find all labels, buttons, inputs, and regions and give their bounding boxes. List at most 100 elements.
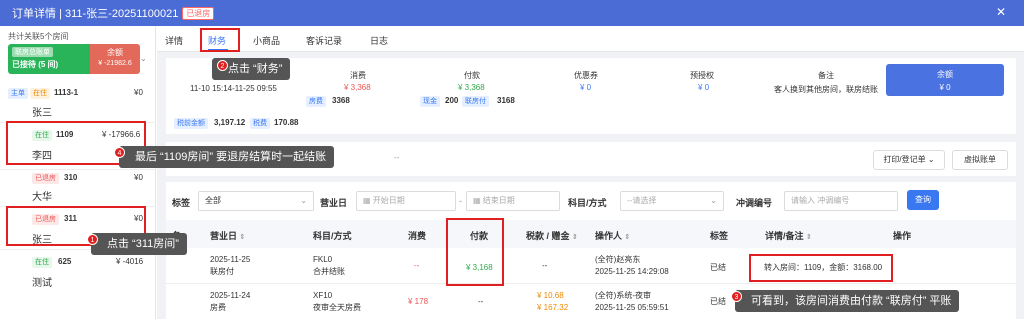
pretax-value: 3,197.12 [214,118,246,127]
row-consume: -- [414,261,420,270]
end-date-placeholder: 结束日期 [482,196,515,205]
calendar-icon: ▦ [363,196,371,205]
col-bizdate-label: 营业日 [210,231,238,241]
row-optime: 2025-11-25 05:59:51 [595,303,669,312]
room-item-310[interactable]: 已退房 310 ¥0 大华 [0,170,156,206]
joint-pay-tag: 联房付 [462,96,489,107]
calendar-icon: ▦ [473,196,481,205]
row-date: 2025-11-25 [210,255,251,264]
sort-icon[interactable]: ⇕ [806,234,812,241]
total-bill-label: 联房总账单 [12,47,53,57]
subject-select[interactable]: --请选择 ⌄ [620,191,724,211]
end-date-input[interactable]: ▦ 结束日期 [466,191,560,211]
chevron-down-icon[interactable]: ⌄ [140,54,147,63]
room-number: 310 [64,173,78,182]
balance-value: ¥ -21982.6 [98,60,132,67]
guest-name: 张三 [32,108,52,119]
remark-value: 客人换到其他房间，联房结账 [774,85,878,94]
col-tax-label: 税款 / 赠金 [526,231,570,241]
subject-placeholder: --请选择 [627,196,657,205]
col-subject: 科目/方式 [313,231,352,241]
guest-name: 大华 [32,192,52,203]
remark-label: 备注 [818,71,834,80]
sort-icon[interactable]: ⇕ [572,234,578,241]
date-range-separator: - [459,196,462,206]
col-detail-label: 详情/备注 [765,231,804,241]
status-badge: 已退房 [182,6,215,20]
room-fee-tag: 房费 [306,96,326,107]
row-type: 联房付 [210,267,234,276]
room-status-tag: 在住 [30,88,50,99]
sort-icon[interactable]: ⇕ [625,234,631,241]
row-method: 夜审全天房费 [313,303,361,312]
highlight-pay-column [446,218,504,286]
row-optime: 2025-11-25 14:29:08 [595,267,669,276]
room-amount: ¥0 [134,173,143,182]
row-operator: (全符)赵亮东 [595,255,641,264]
row-pay: -- [478,297,484,306]
col-tax: 税款 / 赠金 ⇕ [526,229,578,242]
col-tag: 标签 [710,231,729,241]
offset-input[interactable]: 请输入 冲调编号 [784,191,898,211]
virtual-bill-button[interactable]: 虚拟账单 [952,150,1008,170]
row-tag: 已结 [710,297,726,306]
cash-value: 200 [445,96,459,105]
room-amount: ¥ -4016 [116,257,144,266]
pretax-tag: 税前金额 [174,118,208,129]
step-2-badge: 2 [217,60,228,71]
balance-label: 余额 [937,70,953,79]
room-status-tag: 在住 [32,257,52,268]
title-bar: 订单详情 | 311-张三-20251100021 已退房 ✕ [0,0,1024,26]
start-date-placeholder: 开始日期 [372,196,405,205]
cash-tag: 现金 [420,96,440,107]
main-order-tag: 主单 [8,88,28,99]
step-2-text: 点击 “财务” [228,63,283,75]
tab-log[interactable]: 日志 [370,34,388,47]
row-operator: (全符)系统-夜审 [595,291,651,300]
room-item-1113[interactable]: 主单 在住 1113-1 ¥0 张三 [0,84,156,122]
total-bill-balance: 余额 ¥ -21982.6 [90,44,140,74]
col-consume: 消费 [408,231,427,241]
joint-pay-value: 3168 [497,96,515,105]
table-header [166,220,1016,248]
sort-icon[interactable]: ⇕ [240,234,246,241]
balance-card: 余额 ¥ 0 [886,64,1004,96]
room-amount: ¥0 [134,88,143,97]
step-4-callout: 最后 “1109房间” 要退房结算时一起结账 [119,146,335,168]
row-method: 合并结账 [313,267,345,276]
row-tag: 已结 [710,263,726,272]
coupon-value: ¥ 0 [580,83,592,92]
tab-details[interactable]: 详情 [165,34,183,47]
tag-filter-select[interactable]: 全部 ⌄ [198,191,314,211]
consume-label: 消费 [350,71,366,80]
tax-value: 170.88 [274,118,299,127]
coupon-label: 优惠券 [574,71,598,80]
print-button-label: 打印/登记单 [883,155,926,164]
print-button[interactable]: 打印/登记单 ⌄ [873,150,945,170]
room-list-panel: 共计关联5个房间 联房总账单 已接待 (5 间) 余额 ¥ -21982.6 ⌄… [0,26,156,319]
step-3-text: 可看到，该房间消费由付款 “联房付” 平账 [751,295,952,307]
col-operator: 操作人 ⇕ [595,229,630,242]
pay-label: 付款 [464,71,480,80]
preauth-value: ¥ 0 [698,83,710,92]
row-consume: ¥ 178 [408,297,429,306]
tab-goods[interactable]: 小商品 [253,34,280,47]
step-4-text: 最后 “1109房间” 要退房结算时一起结账 [135,151,327,163]
total-bill-card[interactable]: 联房总账单 已接待 (5 间) 余额 ¥ -21982.6 [8,44,140,74]
row-type: 房费 [210,303,226,312]
row-subject: XF10 [313,291,333,300]
tag-filter-value: 全部 [205,196,221,205]
query-button[interactable]: 查询 [907,190,939,210]
tab-complaints[interactable]: 客诉记录 [306,34,342,47]
offset-label: 冲调编号 [736,198,773,208]
guest-name: 测试 [32,278,52,289]
room-item-625[interactable]: 在住 625 ¥ -4016 测试 [0,252,156,292]
step-1-callout: 点击 “311房间” [91,233,187,255]
col-detail: 详情/备注 ⇕ [765,229,812,242]
start-date-input[interactable]: ▦ 开始日期 [356,191,456,211]
close-icon[interactable]: ✕ [996,5,1006,19]
chevron-down-icon: ⌄ [300,196,307,205]
row-gift: ¥ 167.32 [537,303,569,312]
checkin-time: 11-10 15:14-11-25 09:55 [190,84,277,93]
total-bill-status: 联房总账单 已接待 (5 间) [8,44,90,74]
